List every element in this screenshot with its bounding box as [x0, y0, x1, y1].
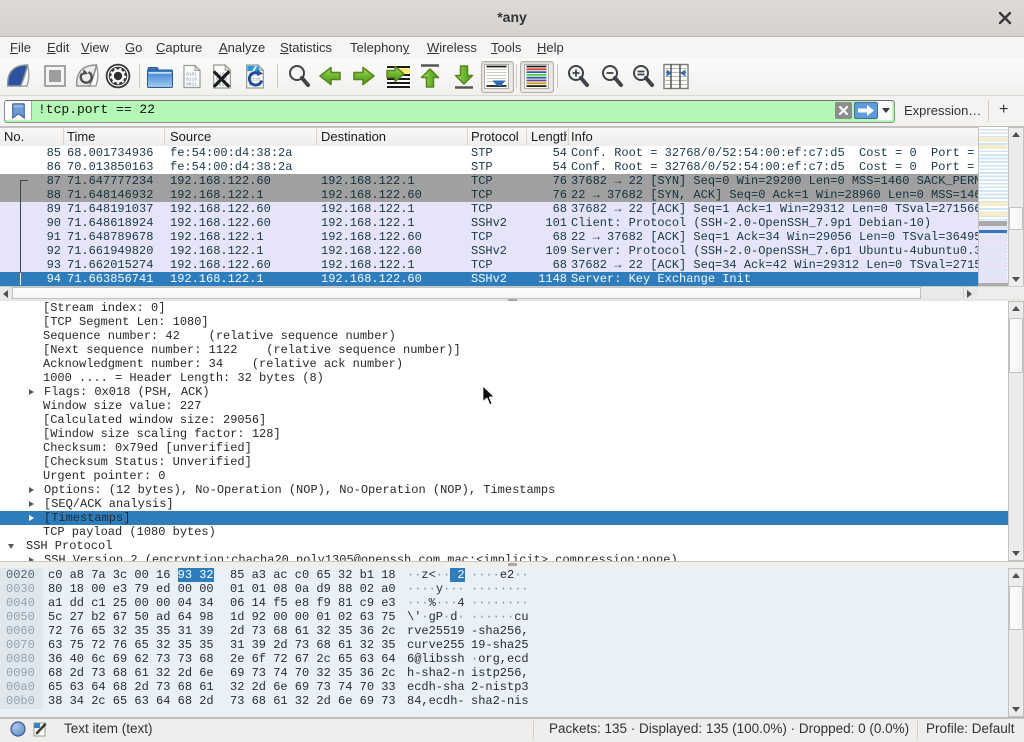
svg-text:0011: 0011: [186, 82, 197, 88]
